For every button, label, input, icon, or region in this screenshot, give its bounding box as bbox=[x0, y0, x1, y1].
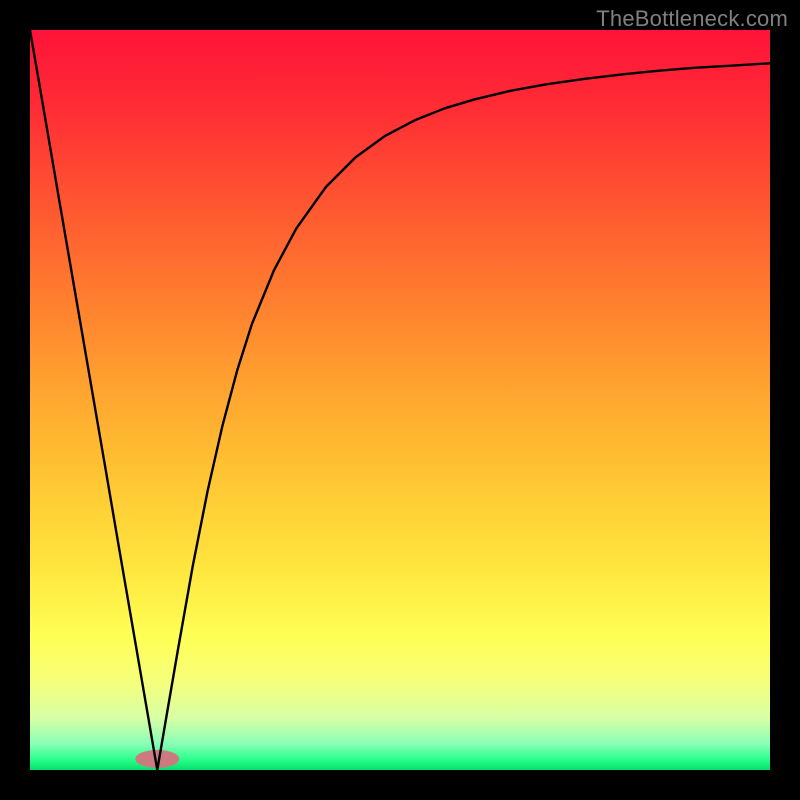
chart-frame: TheBottleneck.com bbox=[0, 0, 800, 800]
watermark-text: TheBottleneck.com bbox=[596, 6, 788, 32]
chart-svg bbox=[30, 30, 770, 770]
plot-area bbox=[30, 30, 770, 770]
gradient-background bbox=[30, 30, 770, 770]
